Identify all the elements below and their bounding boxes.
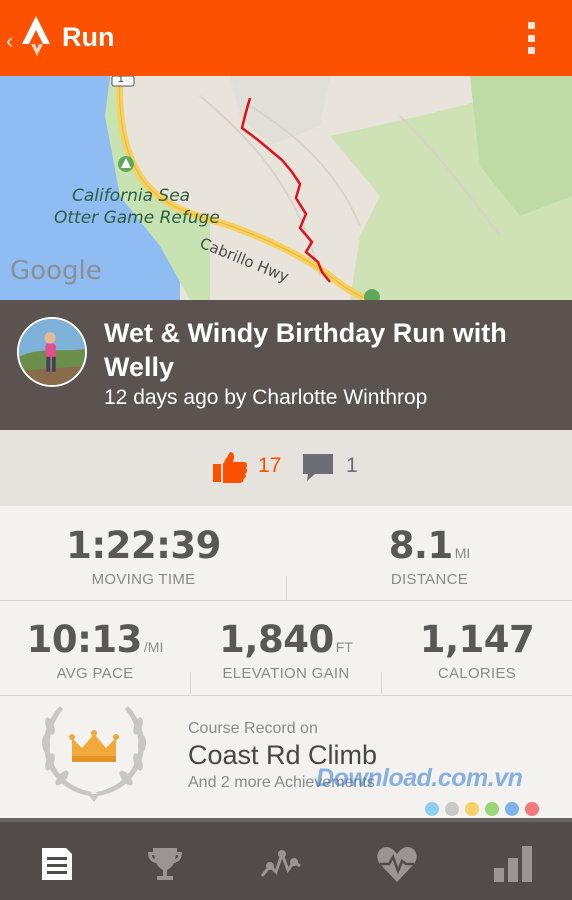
stat-value: 1,840: [219, 618, 334, 661]
stats-icon[interactable]: [490, 842, 536, 886]
activity-title: Wet & Windy Birthday Run with Welly: [104, 318, 507, 382]
comment-count[interactable]: 1: [346, 454, 358, 478]
app-title: Run: [62, 22, 115, 52]
stat-elevation-gain: 1,840 FT ELEVATION GAIN: [190, 618, 382, 682]
avatar[interactable]: [17, 317, 87, 387]
activity-header: Wet & Windy Birthday Run with Welly 12 d…: [0, 300, 572, 430]
watermark: Download.com.vn: [316, 764, 523, 792]
route-map[interactable]: California Sea Otter Game Refuge Cabrill…: [0, 76, 572, 300]
map-label-line1: California Sea: [72, 186, 191, 206]
stat-distance: 8.1 MI DISTANCE: [332, 524, 527, 588]
trophy-icon[interactable]: [142, 842, 188, 886]
social-bar: 17 1: [0, 430, 572, 506]
route-shield-label: 1: [118, 76, 124, 85]
comment-bubble-icon[interactable]: [301, 452, 335, 482]
google-attribution: Google: [10, 256, 102, 286]
bottom-nav: [0, 818, 572, 900]
stat-unit: FT: [335, 639, 353, 655]
stat-avg-pace: 10:13/MI AVG PACE: [0, 618, 190, 682]
kudos-thumb-icon[interactable]: [212, 450, 248, 484]
activity-subtitle: 12 days ago by Charlotte Winthrop: [104, 386, 428, 409]
heart-rate-icon[interactable]: [374, 842, 420, 886]
stat-moving-time: 1:22:39 MOVING TIME: [46, 524, 241, 588]
watermark-dots: [425, 802, 539, 816]
stat-unit: MI: [454, 545, 471, 561]
stat-label: DISTANCE: [390, 571, 469, 588]
segments-icon[interactable]: [258, 842, 304, 886]
divider: [190, 672, 191, 694]
stat-value: 8.1: [388, 524, 454, 567]
divider: [381, 672, 382, 694]
stat-value: 1,147: [419, 618, 535, 661]
achievement-row[interactable]: Course Record on Coast Rd Climb And 2 mo…: [0, 696, 572, 818]
kudos-count[interactable]: 17: [258, 454, 281, 478]
stat-value: 10:13: [26, 618, 143, 661]
map-label-line2: Otter Game Refuge: [54, 208, 220, 228]
stats-panel: 1:22:39 MOVING TIME 8.1 MI DISTANCE 10:13…: [0, 506, 572, 818]
divider: [0, 600, 572, 601]
stat-label: ELEVATION GAIN: [222, 665, 350, 682]
overflow-menu-icon[interactable]: [528, 22, 536, 54]
stat-label: AVG PACE: [56, 665, 134, 682]
app-bar: ‹ Run: [0, 0, 572, 76]
achievement-prefix: Course Record on: [188, 720, 318, 737]
up-chevron-icon[interactable]: ‹: [6, 28, 13, 54]
feed-icon[interactable]: [34, 842, 80, 886]
laurel-crown-icon: [41, 706, 147, 802]
stat-calories: 1,147 CALORIES: [382, 618, 572, 682]
stat-label: CALORIES: [437, 665, 517, 682]
stat-value: 1:22:39: [66, 524, 221, 567]
strava-logo-icon[interactable]: [18, 14, 54, 60]
divider: [286, 576, 287, 600]
stat-label: MOVING TIME: [91, 571, 196, 588]
stat-unit: /MI: [143, 639, 164, 655]
